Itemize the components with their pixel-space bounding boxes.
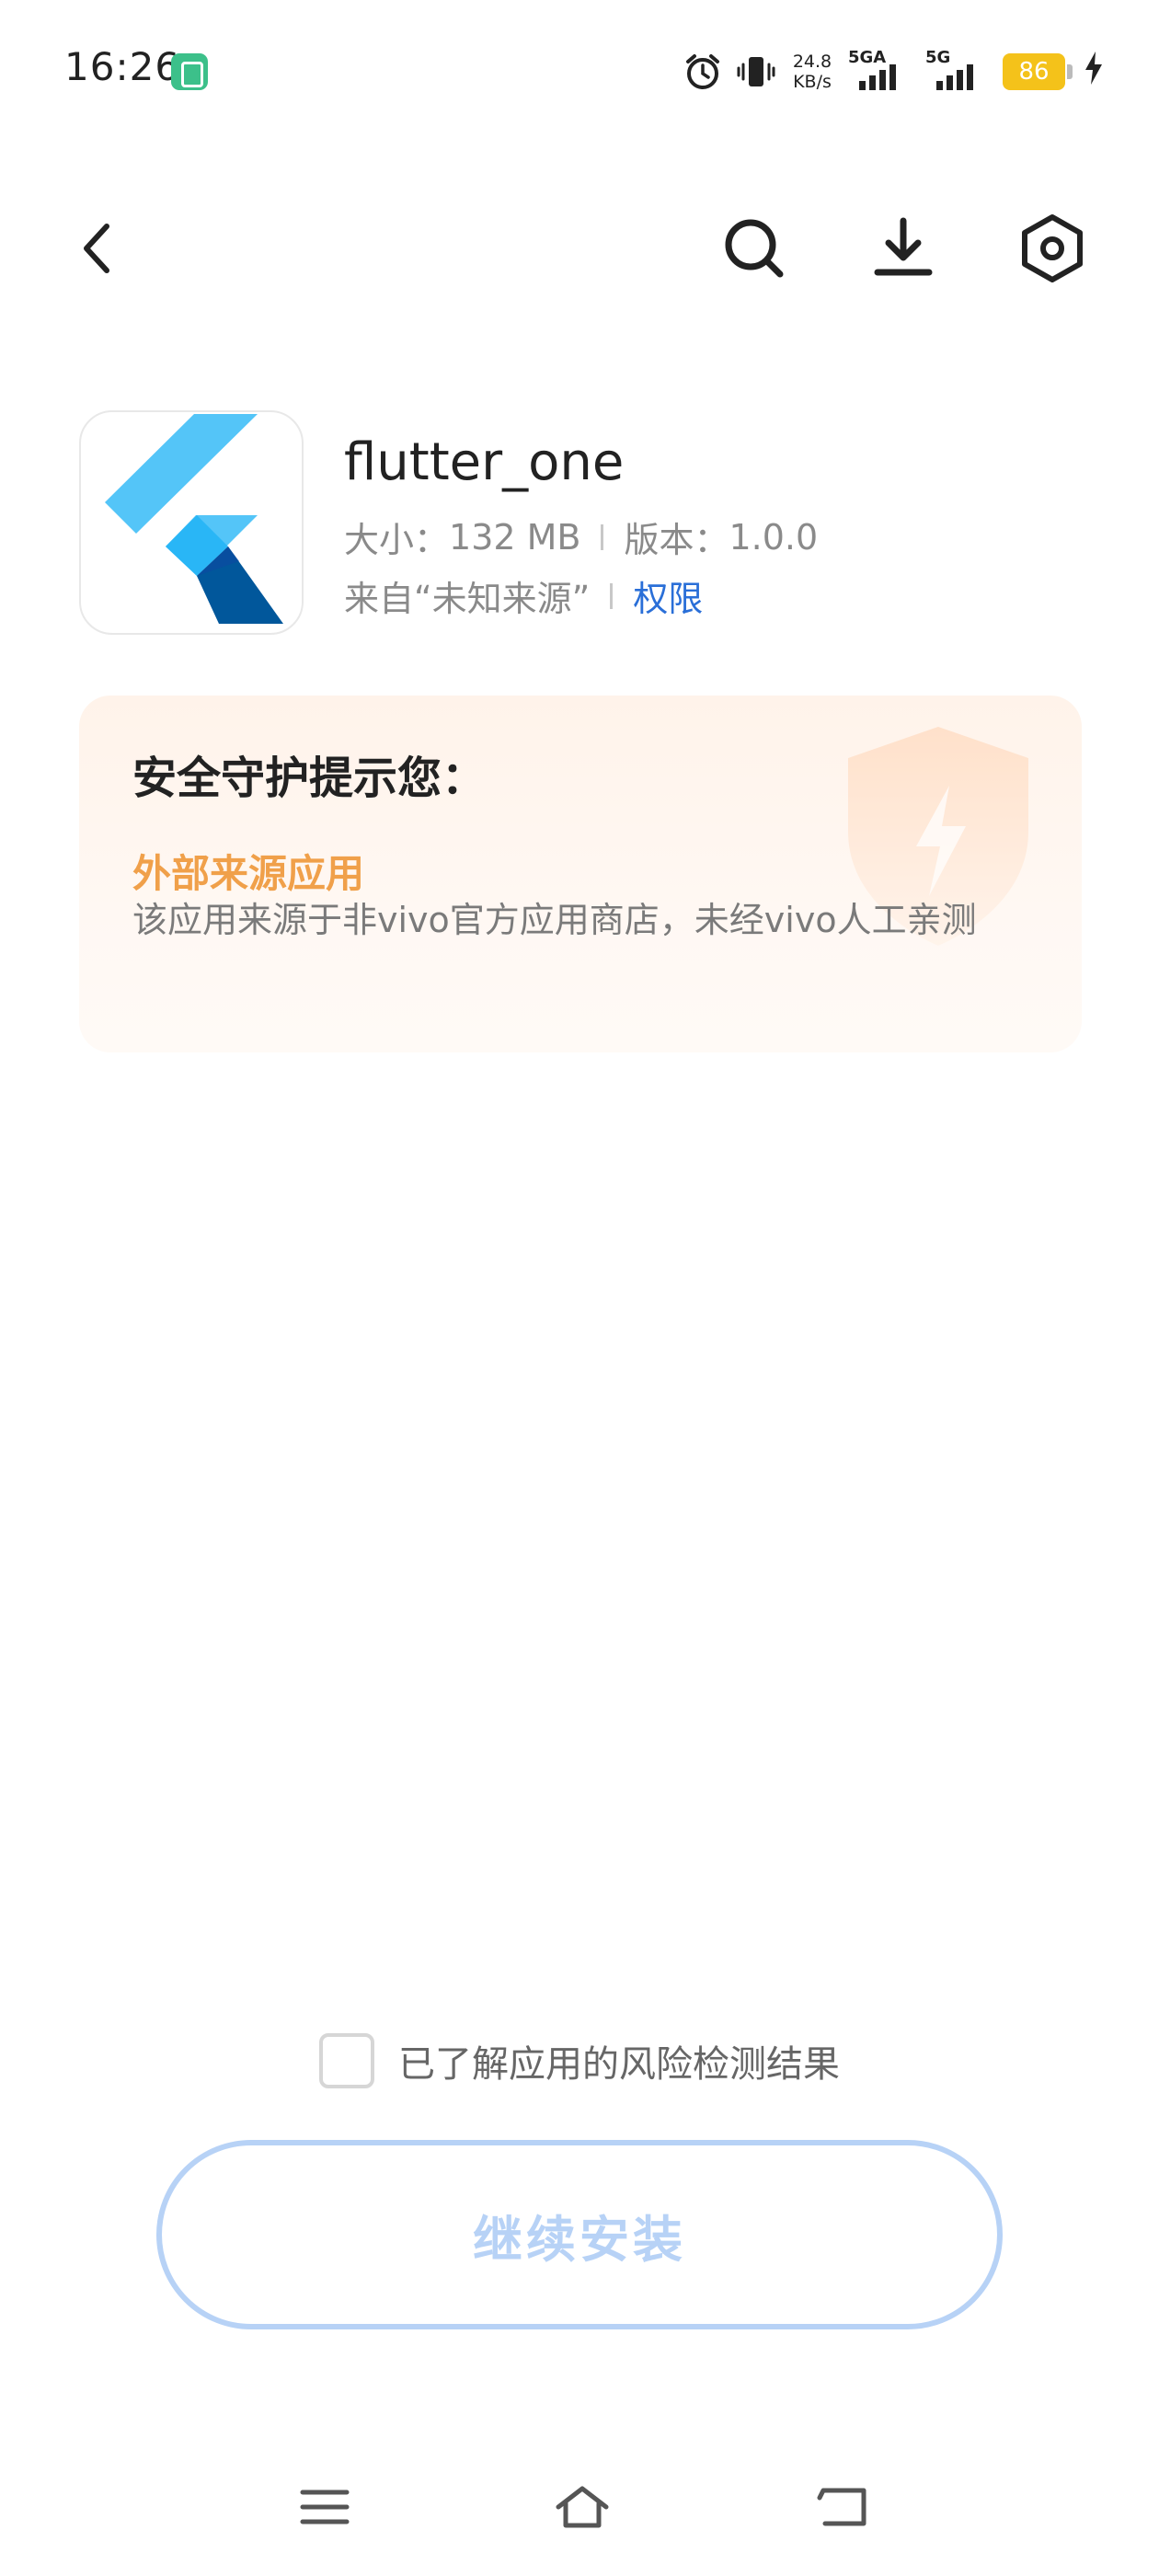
risk-description: 该应用来源于非vivo官方应用商店，未经vivo人工亲测 [132,900,977,940]
system-nav-bar [0,2466,1159,2558]
top-toolbar [0,184,1159,313]
chevron-left-icon [84,224,109,273]
back-button[interactable] [61,212,134,285]
back-nav-button[interactable] [802,2466,885,2548]
acknowledge-label[interactable]: 已了解应用的风险检测结果 [398,2034,840,2087]
app-icon [79,410,304,635]
net-speed-value: 24.8 [792,52,832,72]
recent-apps-button[interactable] [283,2466,366,2548]
acknowledge-checkbox[interactable] [319,2033,374,2088]
download-icon [874,217,933,276]
search-icon [725,219,784,278]
download-button[interactable] [866,212,940,285]
charging-icon [1084,51,1104,93]
return-icon [817,2488,866,2526]
app-source-row: 来自“未知来源” 权限 [344,570,703,621]
signal-bars-icon [859,64,896,90]
settings-button[interactable] [1016,212,1089,285]
sim1-signal: 5GA [848,48,912,92]
status-icons: 24.8 KB/s 5GA 5G 86 [683,46,1104,98]
network-speed: 24.8 KB/s [789,52,835,92]
alarm-icon [683,52,723,92]
search-button[interactable] [717,212,791,285]
risk-acknowledge-row[interactable]: 已了解应用的风险检测结果 [0,2033,1159,2088]
hexagon-settings-icon [1022,214,1083,282]
home-icon [556,2486,609,2528]
security-title: 安全守护提示您： [132,753,487,804]
flutter-logo-icon [105,414,283,624]
net-speed-unit: KB/s [793,72,832,92]
continue-install-button[interactable]: 继续安装 [156,2140,1003,2329]
security-warning-card: 安全守护提示您： 外部来源应用 该应用来源于非vivo官方应用商店，未经vivo… [79,696,1082,1052]
sim2-signal: 5G [925,48,990,92]
divider [610,582,614,609]
divider [601,523,604,550]
size-label: 大小： [344,520,450,560]
risk-title: 外部来源应用 [132,851,365,896]
signal-bars-icon [936,64,973,90]
menu-icon [300,2490,350,2524]
app-meta: 大小： 132 MB 版本： 1.0.0 [344,512,818,562]
source-text: 来自“未知来源” [344,579,591,619]
app-name: flutter_one [344,432,625,492]
battery-level: 86 [1003,53,1073,90]
status-time: 16:26 [64,44,181,89]
notification-app-icon [171,53,208,90]
size-value: 132 MB [449,516,581,558]
permissions-link[interactable]: 权限 [633,570,703,621]
status-bar: 16:26 24.8 KB/s 5GA 5G 86 [0,0,1159,147]
version-label: 版本： [624,520,729,560]
home-button[interactable] [541,2466,624,2548]
version-value: 1.0.0 [729,516,819,558]
vibrate-icon [736,52,776,92]
